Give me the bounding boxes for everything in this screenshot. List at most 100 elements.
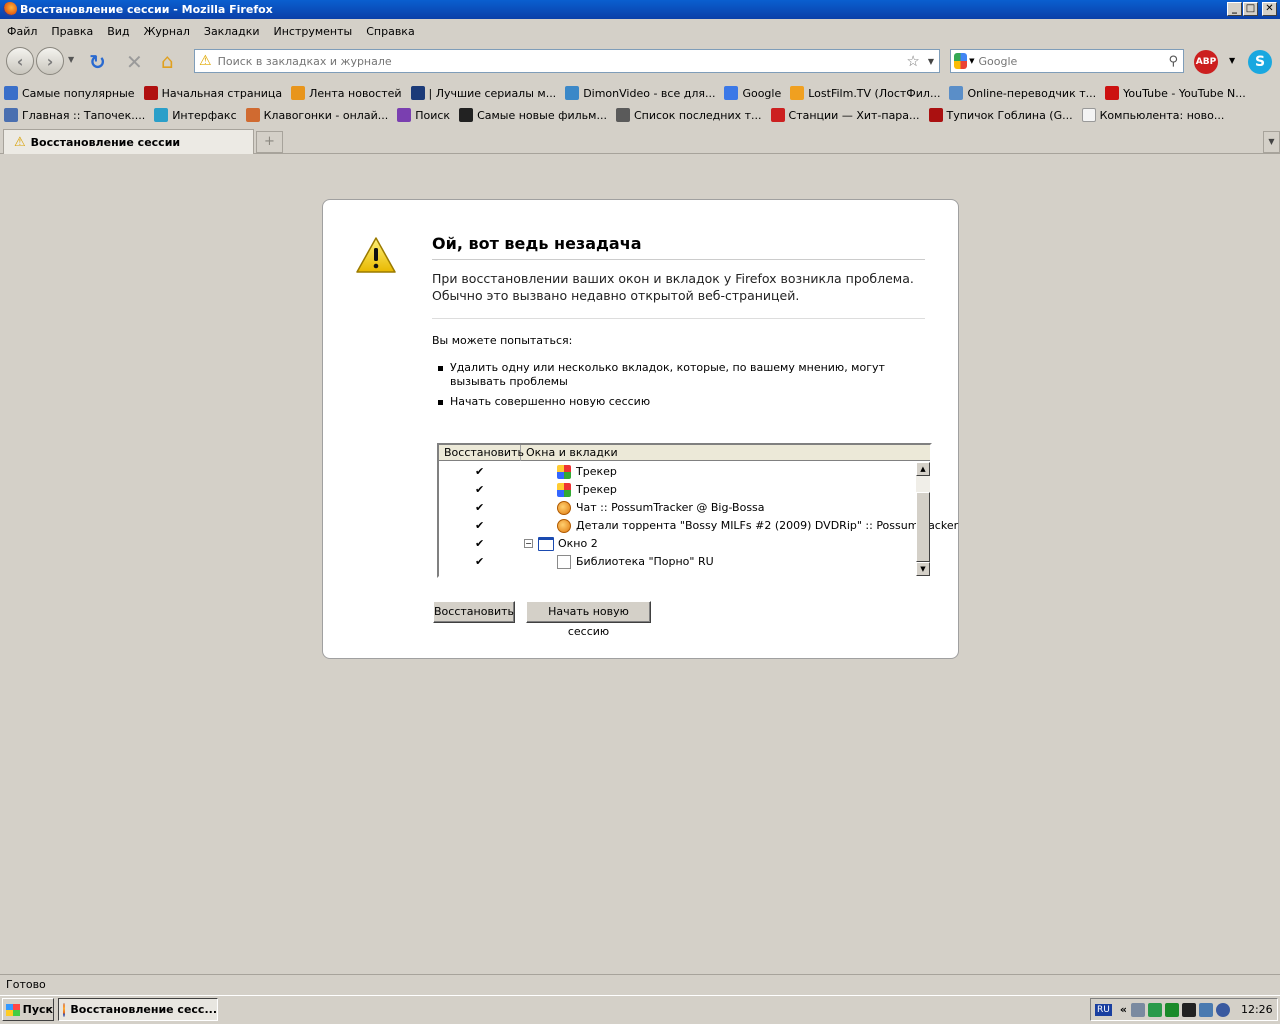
tray-info-icon[interactable] (1215, 1002, 1230, 1017)
bookmark-star-icon[interactable]: ☆ (906, 52, 919, 70)
restore-checkbox[interactable]: ✔ (475, 481, 484, 499)
tray-nvidia-icon[interactable] (1147, 1002, 1162, 1017)
bookmark-row2-0[interactable]: Главная :: Тапочек.... (4, 108, 145, 122)
menu-help[interactable]: Справка (366, 25, 414, 38)
bookmark-row1-5[interactable]: Google (724, 86, 781, 100)
tree-row-label: Трекер (576, 465, 617, 478)
language-indicator[interactable]: RU (1095, 1003, 1112, 1016)
stop-icon[interactable]: ✕ (126, 50, 143, 74)
new-tab-button[interactable]: + (256, 131, 283, 153)
start-button[interactable]: Пуск (2, 998, 54, 1021)
restore-checkbox[interactable]: ✔ (475, 517, 484, 535)
close-window-button[interactable]: ✕ (1262, 2, 1277, 16)
firefox-icon (3, 2, 17, 16)
system-tray: RU « 12:26 (1090, 998, 1278, 1021)
google-engine-icon[interactable] (954, 53, 968, 69)
tree-row[interactable]: ✔ Библиотека "Порно" RU (439, 553, 916, 571)
error-description: При восстановлении ваших окон и вкладок … (432, 270, 925, 319)
bookmark-favicon-icon (724, 86, 739, 100)
suggestion-item-2: Начать совершенно новую сессию (438, 395, 918, 409)
bookmark-row2-2[interactable]: Клавогонки - онлай... (245, 108, 389, 122)
url-bar[interactable]: ⚠ ☆ ▼ (194, 49, 940, 73)
bookmark-label: Главная :: Тапочек.... (22, 108, 146, 122)
tree-row[interactable]: ✔ Детали торрента "Bossy MILFs #2 (2009) … (439, 517, 958, 535)
url-input[interactable] (217, 54, 907, 68)
maximize-button[interactable]: □ (1243, 2, 1258, 16)
skype-icon[interactable]: S (1248, 50, 1272, 74)
tab-session-restore[interactable]: ⚠ Восстановление сессии (3, 129, 254, 154)
new-session-button[interactable]: Начать новую сессию (526, 601, 651, 638)
scroll-thumb[interactable] (916, 492, 930, 562)
menu-file[interactable]: Файл (7, 25, 37, 38)
bookmark-row2-4[interactable]: Самые новые фильм... (459, 108, 607, 122)
tray-network-icon[interactable] (1198, 1002, 1213, 1017)
session-tree[interactable]: Восстановить Окна и вкладки ✔ Трекер ✔ Трек… (437, 443, 958, 578)
tray-app-icon[interactable] (1130, 1002, 1145, 1017)
adblock-dropdown-icon[interactable]: ▼ (1229, 56, 1235, 65)
bookmark-favicon-icon (4, 86, 18, 100)
taskbar-firefox-item[interactable]: Восстановление сесс... (58, 998, 218, 1021)
bookmark-row2-3[interactable]: Поиск (397, 108, 450, 122)
col-windows-header[interactable]: Окна и вкладки (521, 445, 930, 461)
forward-button[interactable]: › (36, 47, 64, 75)
tray-steam-icon[interactable] (1181, 1002, 1196, 1017)
engine-dropdown-icon[interactable]: ▼ (969, 57, 974, 65)
restore-checkbox[interactable]: ✔ (475, 499, 484, 517)
menu-view[interactable]: Вид (107, 25, 129, 38)
minimize-button[interactable]: _ (1227, 2, 1242, 16)
bookmark-favicon-icon (291, 86, 306, 100)
tree-scrollbar[interactable]: ▲ ▼ (916, 462, 930, 576)
bookmark-row2-1[interactable]: Интерфакс (154, 108, 237, 122)
restore-button[interactable]: Восстановить (433, 601, 515, 623)
bookmark-row2-7[interactable]: Тупичок Гоблина (G... (928, 108, 1073, 122)
window-titlebar[interactable]: Восстановление сессии - Mozilla Firefox … (0, 0, 1280, 19)
tray-h-icon[interactable] (1164, 1002, 1179, 1017)
search-bar[interactable]: ▼ ⚲ (950, 49, 1184, 73)
col-restore-header[interactable]: Восстановить (439, 445, 524, 461)
tree-row[interactable]: ✔ Трекер (439, 481, 916, 499)
bookmark-row2-5[interactable]: Список последних т... (615, 108, 762, 122)
possum-icon (557, 501, 571, 515)
search-input[interactable] (978, 54, 1169, 68)
bookmark-label: Клавогонки - онлай... (263, 108, 389, 122)
history-dropdown-icon[interactable]: ▼ (68, 55, 74, 64)
bookmark-favicon-icon (397, 108, 412, 122)
bookmark-favicon-icon (949, 86, 964, 100)
menu-tools[interactable]: Инструменты (274, 25, 353, 38)
bookmark-row1-6[interactable]: LostFilm.TV (ЛостФил... (790, 86, 940, 100)
bookmark-row1-1[interactable]: Начальная страница (143, 86, 282, 100)
bookmark-favicon-icon (790, 86, 805, 100)
tray-expand-icon[interactable]: « (1120, 1003, 1127, 1016)
home-icon[interactable]: ⌂ (161, 49, 174, 73)
tab-list-button[interactable]: ▼ (1263, 131, 1280, 153)
bookmark-label: Google (742, 86, 782, 100)
bookmark-row1-8[interactable]: YouTube - YouTube N... (1105, 86, 1246, 100)
bookmark-row2-8[interactable]: Компьюлента: ново... (1081, 108, 1224, 122)
bookmark-label: Станции — Хит-пара... (788, 108, 920, 122)
tree-row[interactable]: ✔ − Окно 2 (439, 535, 916, 553)
tree-row[interactable]: ✔ Чат :: PossumTracker @ Big-Bossa (439, 499, 916, 517)
back-button[interactable]: ‹ (6, 47, 34, 75)
scroll-down-button[interactable]: ▼ (916, 562, 930, 576)
menu-bookmarks[interactable]: Закладки (204, 25, 260, 38)
restore-checkbox[interactable]: ✔ (475, 463, 484, 481)
reload-icon[interactable]: ↻ (89, 50, 106, 74)
bookmark-row1-2[interactable]: Лента новостей (291, 86, 402, 100)
bookmark-row1-3[interactable]: | Лучшие сериалы м... (410, 86, 556, 100)
bookmark-row2-6[interactable]: Станции — Хит-пара... (770, 108, 920, 122)
bookmark-row1-0[interactable]: Самые популярные (4, 86, 135, 100)
menu-edit[interactable]: Правка (51, 25, 93, 38)
bookmark-row1-4[interactable]: DimonVideo - все для... (565, 86, 715, 100)
adblock-icon[interactable]: ABP (1194, 50, 1218, 74)
error-desc-line1: При восстановлении ваших окон и вкладок … (432, 271, 914, 286)
url-dropdown-icon[interactable]: ▼ (928, 57, 934, 66)
menu-history[interactable]: Журнал (144, 25, 190, 38)
bookmark-row1-7[interactable]: Online-переводчик т... (949, 86, 1096, 100)
scroll-up-button[interactable]: ▲ (916, 462, 930, 476)
restore-checkbox[interactable]: ✔ (475, 553, 484, 571)
collapse-toggle-icon[interactable]: − (524, 539, 533, 548)
restore-checkbox[interactable]: ✔ (475, 535, 484, 553)
bookmark-favicon-icon (1081, 108, 1096, 122)
tree-row[interactable]: ✔ Трекер (439, 463, 916, 481)
search-icon[interactable]: ⚲ (1168, 54, 1178, 69)
